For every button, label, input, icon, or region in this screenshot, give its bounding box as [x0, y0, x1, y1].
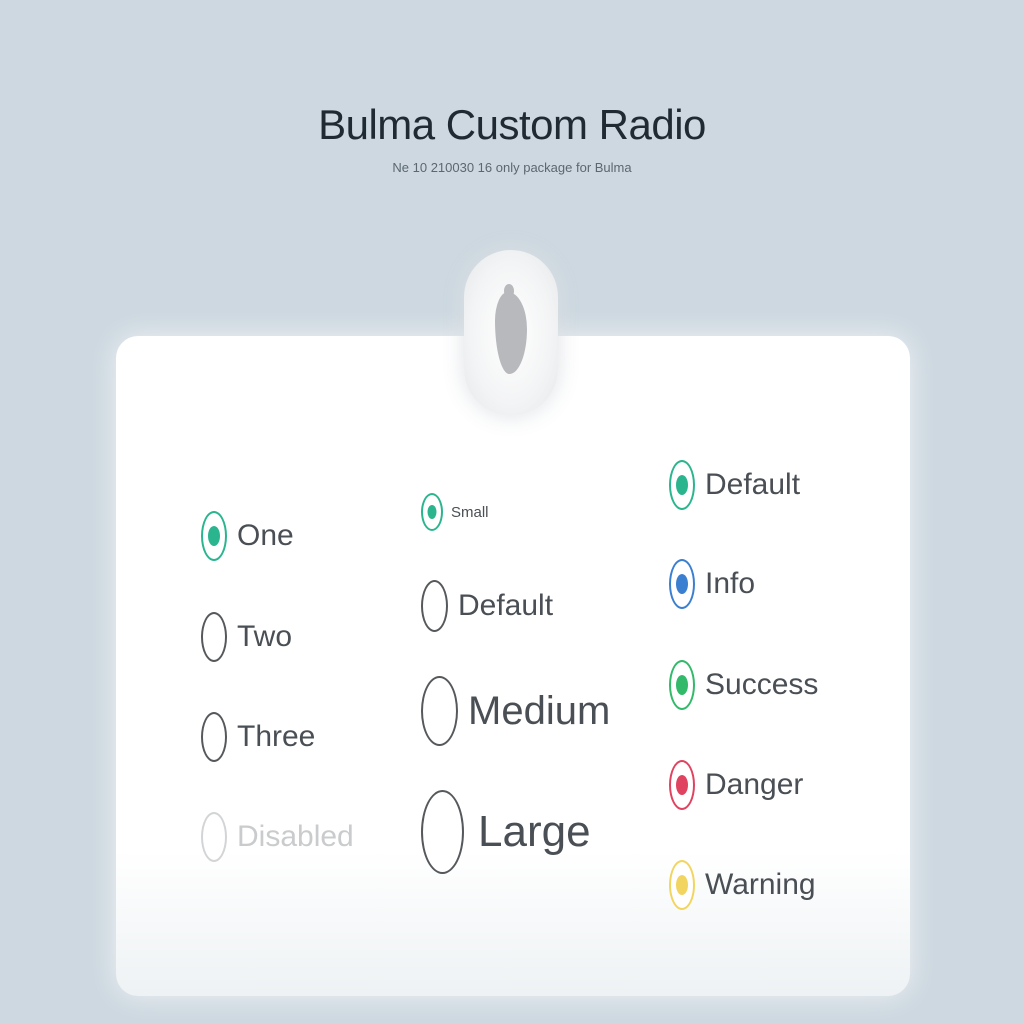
- radio-one[interactable]: One: [201, 511, 294, 561]
- radio-color-default-label: Default: [705, 468, 801, 501]
- radio-color-success-circle[interactable]: [669, 660, 695, 710]
- radio-size-medium-circle[interactable]: [421, 676, 458, 746]
- radio-two-circle[interactable]: [201, 612, 227, 662]
- radio-two[interactable]: Two: [201, 612, 292, 662]
- radio-color-danger-circle[interactable]: [669, 760, 695, 810]
- radio-color-warning-label: Warning: [705, 868, 816, 901]
- radio-color-default[interactable]: Default: [669, 460, 800, 510]
- radio-two-label: Two: [237, 620, 293, 653]
- radio-size-default[interactable]: Default: [421, 580, 553, 632]
- radio-color-danger[interactable]: Danger: [669, 760, 803, 810]
- radio-size-large[interactable]: Large: [421, 790, 591, 874]
- radio-size-small-label: Small: [451, 503, 489, 521]
- logo-mark: [495, 284, 527, 374]
- radio-color-warning-circle[interactable]: [669, 860, 695, 910]
- radio-three-label: Three: [237, 720, 316, 753]
- radio-color-info-circle[interactable]: [669, 559, 695, 609]
- radio-size-small-circle[interactable]: [421, 493, 443, 531]
- radio-disabled-circle: [201, 812, 227, 862]
- radio-size-medium[interactable]: Medium: [421, 676, 610, 746]
- radio-color-danger-dot: [676, 775, 688, 795]
- radio-size-small[interactable]: Small: [421, 493, 489, 531]
- page-header: Bulma Custom Radio Ne 10 210030 16 only …: [0, 100, 1024, 176]
- radio-color-success[interactable]: Success: [669, 660, 818, 710]
- radio-size-small-dot: [427, 505, 437, 519]
- radio-three[interactable]: Three: [201, 712, 315, 762]
- radio-color-info-dot: [676, 574, 688, 594]
- radio-disabled: Disabled: [201, 812, 354, 862]
- radio-color-success-dot: [676, 675, 688, 695]
- radio-size-large-label: Large: [478, 807, 591, 856]
- radio-color-default-dot: [676, 475, 688, 495]
- radio-color-warning-dot: [676, 875, 688, 895]
- radio-color-default-circle[interactable]: [669, 460, 695, 510]
- radio-one-dot: [208, 526, 220, 546]
- radio-color-info-label: Info: [705, 567, 756, 600]
- radio-size-large-circle[interactable]: [421, 790, 464, 874]
- radio-color-danger-label: Danger: [705, 768, 804, 801]
- radio-size-medium-label: Medium: [468, 689, 611, 733]
- page-title: Bulma Custom Radio: [318, 101, 706, 148]
- radio-one-circle[interactable]: [201, 511, 227, 561]
- radio-disabled-label: Disabled: [237, 820, 354, 853]
- page-subtitle: Ne 10 210030 16 only package for Bulma: [392, 160, 632, 176]
- radio-size-default-label: Default: [458, 589, 554, 622]
- radio-three-circle[interactable]: [201, 712, 227, 762]
- radio-size-default-circle[interactable]: [421, 580, 448, 632]
- radio-color-warning[interactable]: Warning: [669, 860, 816, 910]
- radio-color-info[interactable]: Info: [669, 559, 755, 609]
- radio-color-success-label: Success: [705, 668, 819, 701]
- radio-one-label: One: [237, 519, 294, 552]
- bulma-logo-icon: [464, 250, 558, 416]
